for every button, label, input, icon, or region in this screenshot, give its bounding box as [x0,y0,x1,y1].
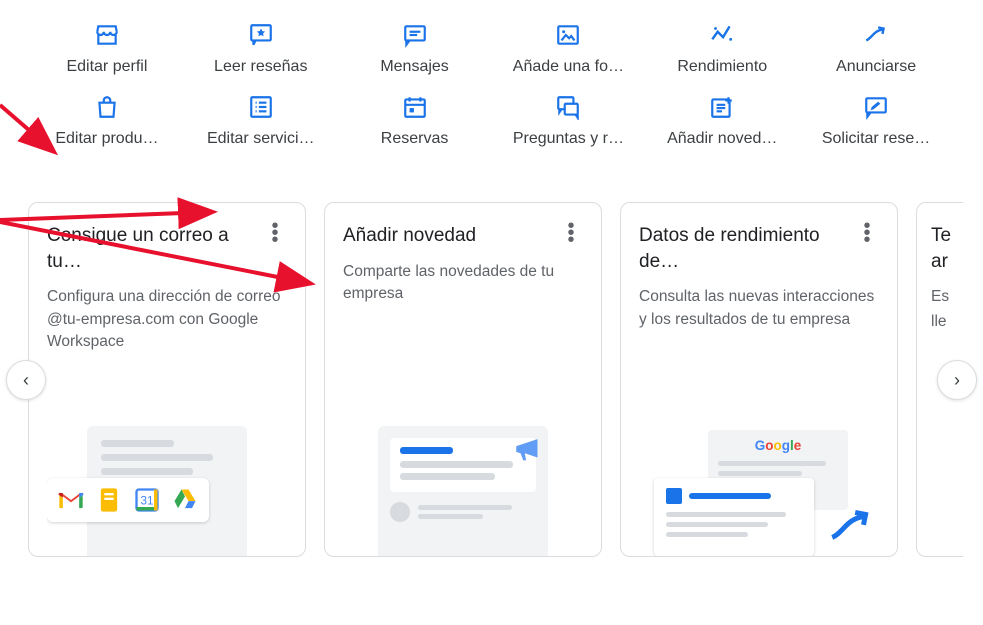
card-illustration: Google [639,411,879,556]
action-label: Editar perfil [66,58,147,76]
action-edit-products[interactable]: Editar produ… [30,90,184,152]
trend-up-icon [826,502,876,552]
action-add-photo[interactable]: Añade una fo… [491,18,645,80]
action-edit-profile[interactable]: Editar perfil [30,18,184,80]
cards-carousel: ‹ › Consigue un correo a tu… ••• Configu… [0,202,983,557]
action-label: Solicitar rese… [822,130,930,148]
action-label: Editar produ… [55,130,158,148]
action-performance[interactable]: Rendimiento [645,18,799,80]
google-logo: Google [718,438,838,453]
card-illustration: 31 [47,411,287,556]
card-desc-line2: lle [931,311,963,333]
action-label: Preguntas y r… [513,130,624,148]
action-request-reviews[interactable]: Solicitar rese… [799,90,953,152]
card-title: Te [931,223,963,249]
gmail-icon [57,486,85,514]
action-edit-services[interactable]: Editar servici… [184,90,338,152]
action-label: Editar servici… [207,130,315,148]
workspace-icons: 31 [47,478,209,522]
card-desc: Comparte las novedades de tu empresa [343,261,583,306]
card-add-update[interactable]: Añadir novedad ••• Comparte las novedade… [324,202,602,557]
review-request-icon [863,94,889,120]
bag-icon [94,94,120,120]
megaphone-icon [512,432,546,466]
action-bookings[interactable]: Reservas [338,90,492,152]
spark-icon [709,22,735,48]
action-read-reviews[interactable]: Leer reseñas [184,18,338,80]
action-grid: Editar perfil Leer reseñas Mensajes Añad… [0,0,983,152]
trend-icon [863,22,889,48]
action-q-and-a[interactable]: Preguntas y r… [491,90,645,152]
chevron-left-icon: ‹ [23,370,29,391]
card-title: Añadir novedad [343,223,476,249]
chevron-right-icon: › [954,370,960,391]
card-desc: Consulta las nuevas interacciones y los … [639,286,879,331]
action-label: Rendimiento [677,58,767,76]
more-icon[interactable]: ••• [855,223,879,244]
docs-icon [95,486,123,514]
card-title: Consigue un correo a tu… [47,223,247,274]
card-title-line2: ar [931,249,963,275]
card-title: Datos de rendimiento de… [639,223,839,274]
more-icon[interactable]: ••• [263,223,287,244]
star-chat-icon [248,22,274,48]
action-label: Leer reseñas [214,58,307,76]
card-desc: Configura una dirección de correo @tu-em… [47,286,287,353]
photo-icon [555,22,581,48]
action-label: Añadir noved… [667,130,777,148]
drive-icon [171,486,199,514]
calendar-icon [402,94,428,120]
cards-row: Consigue un correo a tu… ••• Configura u… [28,202,963,557]
more-icon[interactable]: ••• [559,223,583,244]
carousel-next-button[interactable]: › [937,360,977,400]
qa-icon [555,94,581,120]
card-desc: Es [931,286,963,308]
calendar-app-icon: 31 [133,486,161,514]
card-performance[interactable]: Datos de rendimiento de… ••• Consulta la… [620,202,898,557]
action-label: Anunciarse [836,58,916,76]
action-messages[interactable]: Mensajes [338,18,492,80]
storefront-icon [94,22,120,48]
carousel-prev-button[interactable]: ‹ [6,360,46,400]
card-workspace-email[interactable]: Consigue un correo a tu… ••• Configura u… [28,202,306,557]
action-label: Mensajes [380,58,448,76]
svg-text:31: 31 [141,495,154,508]
action-add-update[interactable]: Añadir noved… [645,90,799,152]
card-illustration [343,411,583,556]
post-add-icon [709,94,735,120]
message-icon [402,22,428,48]
action-label: Reservas [381,130,449,148]
action-advertise[interactable]: Anunciarse [799,18,953,80]
list-box-icon [248,94,274,120]
action-label: Añade una fo… [513,58,624,76]
